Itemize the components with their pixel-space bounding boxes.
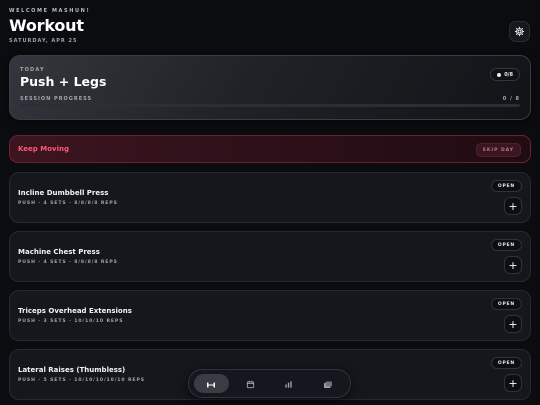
settings-button[interactable] <box>509 21 530 42</box>
tab-stats[interactable] <box>272 374 307 393</box>
open-button[interactable]: OPEN <box>490 180 522 192</box>
stacked-cards-icon <box>323 374 333 393</box>
exercise-meta: PUSH · 5 SETS · 10/10/10/10/10 REPS <box>18 378 145 383</box>
add-set-button[interactable]: + <box>504 256 522 274</box>
calendar-icon <box>246 374 255 393</box>
exercise-name: Triceps Overhead Extensions <box>18 307 132 315</box>
session-progress-bar <box>20 104 520 107</box>
add-set-button[interactable]: + <box>504 374 522 392</box>
header: WELCOME MASHUN! Workout SATURDAY, APR 25 <box>9 8 531 48</box>
today-session-card[interactable]: TODAY Push + Legs 0/8 SESSION PROGRESS 0… <box>9 55 531 120</box>
tab-library[interactable] <box>310 374 345 393</box>
exercise-card[interactable]: Machine Chest Press PUSH · 4 SETS · 8/8/… <box>9 231 531 282</box>
gear-icon <box>514 22 525 41</box>
exercise-name: Lateral Raises (Thumbless) <box>18 366 126 374</box>
keep-moving-label: Keep Moving <box>18 145 69 153</box>
progress-label: SESSION PROGRESS <box>20 96 93 102</box>
page-title: Workout <box>9 16 84 35</box>
exercise-meta: PUSH · 3 SETS · 10/10/10 REPS <box>18 319 124 324</box>
exercise-name: Machine Chest Press <box>18 248 100 256</box>
open-button[interactable]: OPEN <box>490 298 522 310</box>
today-label: TODAY <box>20 67 45 73</box>
completion-count: 0/8 <box>504 71 513 78</box>
status-dot-icon <box>497 72 502 77</box>
keep-moving-banner: Keep Moving SKIP DAY <box>9 135 531 163</box>
exercise-meta: PUSH · 4 SETS · 8/8/8/8 REPS <box>18 260 118 265</box>
add-set-button[interactable]: + <box>504 197 522 215</box>
date-label: SATURDAY, APR 25 <box>9 38 78 44</box>
welcome-text: WELCOME MASHUN! <box>9 8 91 14</box>
tab-calendar[interactable] <box>233 374 268 393</box>
add-set-button[interactable]: + <box>504 315 522 333</box>
open-button[interactable]: OPEN <box>490 239 522 251</box>
exercise-meta: PUSH · 4 SETS · 8/8/8/8 REPS <box>18 201 118 206</box>
tab-workout[interactable] <box>194 374 229 393</box>
completion-count-badge: 0/8 <box>490 68 520 81</box>
bar-chart-icon <box>284 374 293 393</box>
exercise-card[interactable]: Incline Dumbbell Press PUSH · 4 SETS · 8… <box>9 172 531 223</box>
open-button[interactable]: OPEN <box>490 357 522 369</box>
exercise-name: Incline Dumbbell Press <box>18 189 109 197</box>
bottom-tab-bar <box>188 369 351 398</box>
exercise-card[interactable]: Triceps Overhead Extensions PUSH · 3 SET… <box>9 290 531 341</box>
progress-value: 0 / 8 <box>502 96 520 102</box>
skip-day-button[interactable]: SKIP DAY <box>475 143 521 157</box>
session-title: Push + Legs <box>20 74 107 89</box>
dumbbell-icon <box>206 374 216 393</box>
